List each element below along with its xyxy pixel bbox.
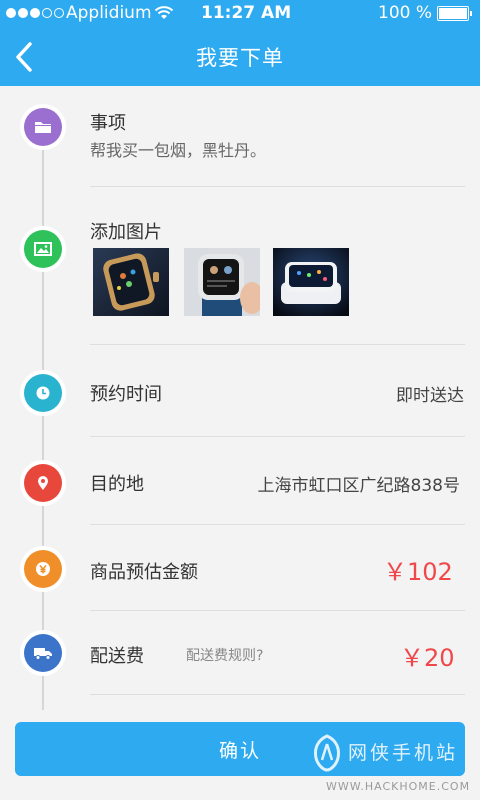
destination-value[interactable]: 上海市虹口区广纪路838号: [258, 471, 460, 496]
status-time: 11:27 AM: [201, 3, 292, 23]
watermark: 网侠手机站 WWW.HACKHOME.COM: [306, 730, 476, 798]
watermark-logo-icon: [314, 734, 340, 772]
time-value[interactable]: 即时送达: [396, 381, 464, 406]
watermark-url: WWW.HACKHOME.COM: [326, 780, 471, 793]
yen-icon: [24, 550, 62, 588]
nav-bar: 我要下单: [0, 28, 480, 86]
images-label: 添加图片: [90, 222, 162, 243]
time-label: 预约时间: [90, 384, 162, 405]
time-node: [20, 370, 66, 416]
item-node: [20, 104, 66, 150]
wifi-icon: [154, 6, 174, 19]
fee-price: ￥20: [400, 644, 455, 672]
watch-photo-2[interactable]: [184, 248, 260, 316]
signal-icon: [6, 8, 64, 18]
divider: [90, 344, 465, 345]
fee-label: 配送费: [90, 646, 144, 667]
battery-percent: 100 %: [378, 3, 433, 23]
estimate-price: ￥102: [383, 558, 453, 586]
destination-label: 目的地: [90, 474, 144, 495]
image-node: [20, 226, 66, 272]
page-title: 我要下单: [196, 46, 284, 70]
folder-icon: [24, 108, 62, 146]
divider: [90, 694, 465, 695]
divider: [90, 610, 465, 611]
clock-icon: [24, 374, 62, 412]
watermark-name: 网侠手机站: [348, 742, 459, 764]
divider: [90, 186, 465, 187]
watch-photo-3[interactable]: [273, 248, 349, 316]
truck-icon: [24, 634, 62, 672]
divider: [90, 524, 465, 525]
estimate-node: [20, 546, 66, 592]
item-value[interactable]: 帮我买一包烟，黑牡丹。: [90, 137, 266, 161]
item-label: 事项: [90, 113, 126, 134]
location-pin-icon: [24, 464, 62, 502]
battery-icon: [437, 6, 472, 21]
carrier-name: Applidium: [66, 3, 152, 23]
image-icon: [24, 230, 62, 268]
estimate-label: 商品预估金额: [90, 562, 198, 583]
divider: [90, 436, 465, 437]
fee-node: [20, 630, 66, 676]
status-bar: Applidium 11:27 AM 100 %: [0, 0, 480, 28]
destination-node: [20, 460, 66, 506]
watch-photo-1[interactable]: [93, 248, 169, 316]
fee-rules-link[interactable]: 配送费规则?: [186, 645, 263, 665]
